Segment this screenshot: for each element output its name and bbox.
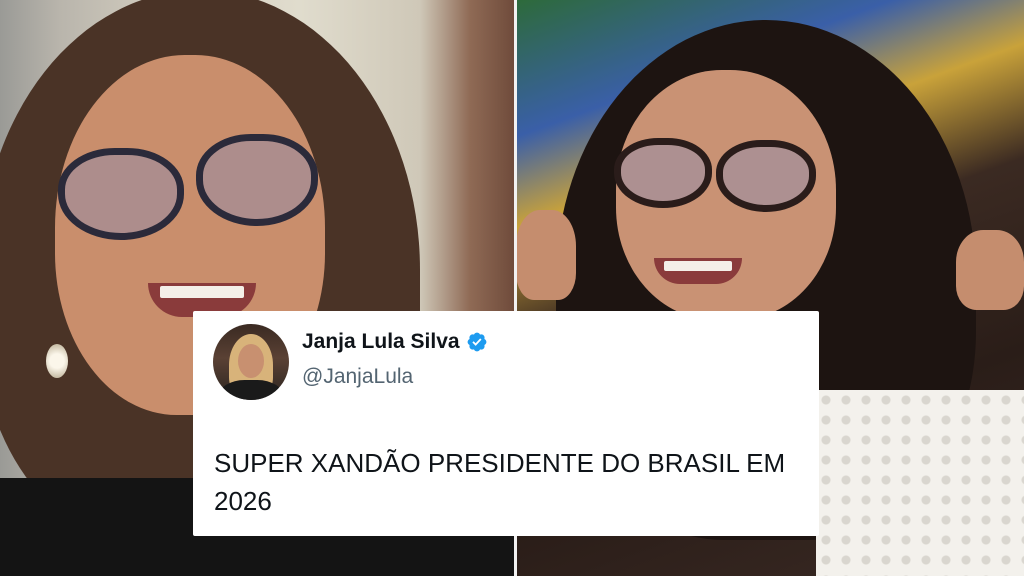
left-earring xyxy=(46,344,68,378)
avatar-body xyxy=(219,380,283,400)
tweet-card: Janja Lula Silva @JanjaLula SUPER XANDÃO… xyxy=(193,311,819,536)
right-hand-left xyxy=(516,210,576,300)
left-teeth xyxy=(160,286,244,298)
avatar-face xyxy=(238,344,264,378)
display-name[interactable]: Janja Lula Silva xyxy=(302,330,460,354)
handle[interactable]: @JanjaLula xyxy=(302,365,413,389)
tweet-text: SUPER XANDÃO PRESIDENTE DO BRASIL EM 202… xyxy=(214,448,786,516)
right-glasses-left-lens xyxy=(614,138,712,208)
left-glasses-right-lens xyxy=(196,134,318,226)
right-lace-top xyxy=(816,390,1024,576)
verified-badge-icon xyxy=(467,332,486,352)
left-glasses-left-lens xyxy=(58,148,184,240)
right-glasses-right-lens xyxy=(716,140,816,212)
right-teeth xyxy=(664,261,732,271)
meme-image: Janja Lula Silva @JanjaLula SUPER XANDÃO… xyxy=(0,0,1024,576)
name-row: Janja Lula Silva xyxy=(302,330,488,354)
right-hand-right xyxy=(956,230,1024,310)
avatar[interactable] xyxy=(213,324,289,400)
